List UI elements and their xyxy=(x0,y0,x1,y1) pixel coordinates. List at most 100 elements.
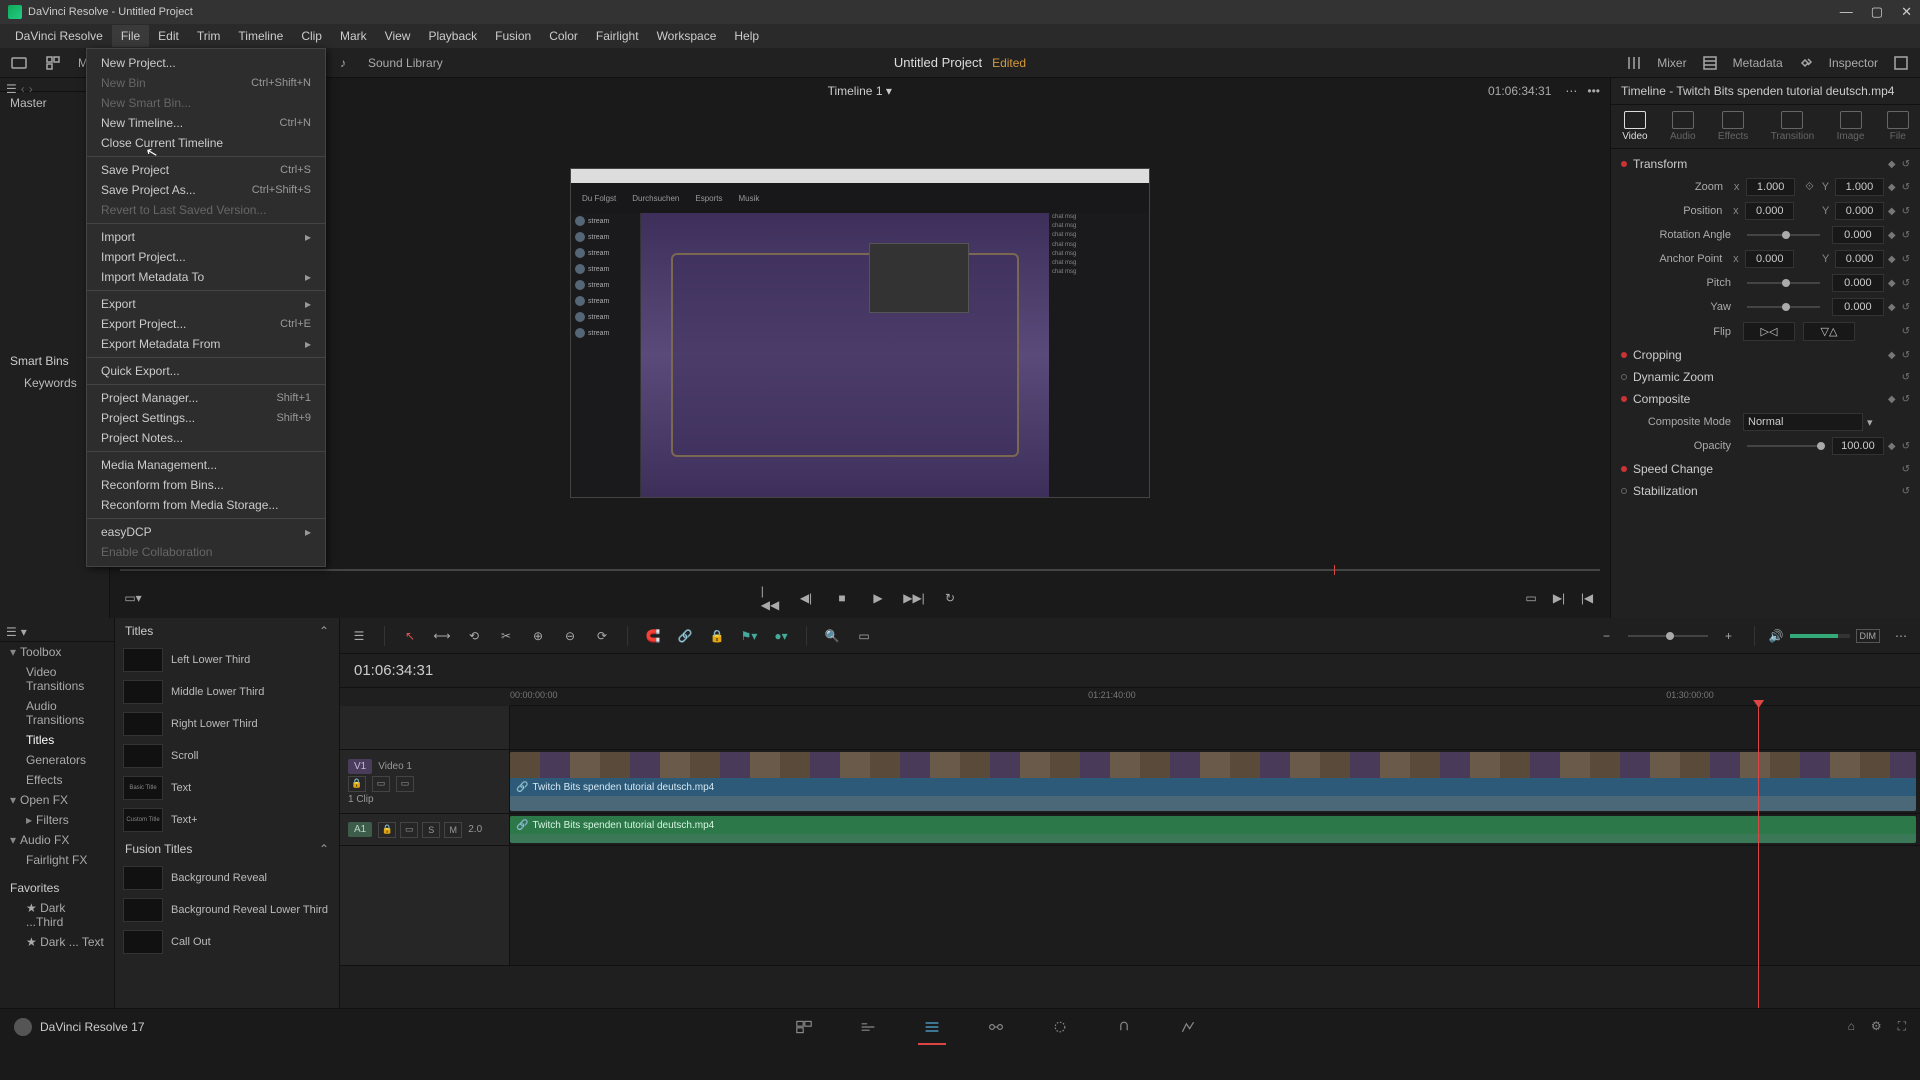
pos-y-input[interactable]: 0.000 xyxy=(1835,202,1884,220)
rot-input[interactable]: 0.000 xyxy=(1832,226,1884,244)
menu-color[interactable]: Color xyxy=(540,25,587,47)
options-icon[interactable]: ⋯ xyxy=(1890,625,1912,647)
title-item[interactable]: Custom TitleText+ xyxy=(115,804,339,836)
opacity-input[interactable]: 100.00 xyxy=(1832,437,1884,455)
timeline-view-icon[interactable]: ☰ xyxy=(348,625,370,647)
page-media-icon[interactable] xyxy=(790,1016,818,1038)
sound-library-icon[interactable]: ♪ xyxy=(334,54,352,72)
menu-edit[interactable]: Edit xyxy=(149,25,188,47)
inspector-tab-image[interactable]: Image xyxy=(1837,111,1865,142)
viewer-menu-icon[interactable]: ••• xyxy=(1587,84,1600,98)
anc-x-input[interactable]: 0.000 xyxy=(1745,250,1794,268)
yaw-slider[interactable] xyxy=(1747,306,1820,308)
video-clip[interactable]: 🔗Twitch Bits spenden tutorial deutsch.mp… xyxy=(510,752,1916,811)
zoom-out-icon[interactable]: − xyxy=(1596,625,1618,647)
fusion-title-item[interactable]: Background Reveal Lower Third xyxy=(115,894,339,926)
playhead[interactable] xyxy=(1758,706,1759,1008)
expand-icon[interactable] xyxy=(1892,54,1910,72)
menu-view[interactable]: View xyxy=(376,25,420,47)
file-menu-item[interactable]: Save ProjectCtrl+S xyxy=(87,160,325,180)
inspector-tab-effects[interactable]: Effects xyxy=(1718,111,1748,142)
file-menu-item[interactable]: Import Project... xyxy=(87,247,325,267)
file-menu-item[interactable]: Reconform from Media Storage... xyxy=(87,495,325,515)
inspector-icon[interactable] xyxy=(1797,54,1815,72)
tv-icon[interactable]: ▭ xyxy=(853,625,875,647)
page-color-icon[interactable] xyxy=(1046,1016,1074,1038)
file-menu-item[interactable]: New Project... xyxy=(87,53,325,73)
transform-section[interactable]: Transform◆↺ xyxy=(1611,153,1920,175)
blade-tool-icon[interactable]: ✂ xyxy=(495,625,517,647)
chevron-down-icon[interactable]: ▾ xyxy=(1867,416,1873,429)
tree-video-transitions[interactable]: Video Transitions xyxy=(0,662,114,696)
selection-tool-icon[interactable]: ↖ xyxy=(399,625,421,647)
metadata-label[interactable]: Metadata xyxy=(1733,56,1783,70)
title-item[interactable]: Basic TitleText xyxy=(115,772,339,804)
tree-generators[interactable]: Generators xyxy=(0,750,114,770)
file-menu-item[interactable]: Close Current Timeline xyxy=(87,133,325,153)
minimize-icon[interactable]: — xyxy=(1840,4,1853,20)
stop-icon[interactable]: ■ xyxy=(833,589,851,607)
menu-workspace[interactable]: Workspace xyxy=(648,25,726,47)
zoom-in-icon[interactable]: + xyxy=(1718,625,1740,647)
dynzoom-section[interactable]: Dynamic Zoom↺ xyxy=(1611,366,1920,388)
lock-track-icon[interactable]: 🔒 xyxy=(348,776,366,792)
file-menu-item[interactable]: Media Management... xyxy=(87,455,325,475)
page-cut-icon[interactable] xyxy=(854,1016,882,1038)
titles-header[interactable]: Titles⌃ xyxy=(115,618,339,644)
next-frame-icon[interactable]: ▶▶| xyxy=(905,589,923,607)
speaker-icon[interactable]: 🔊 xyxy=(1769,629,1784,643)
stabilization-section[interactable]: Stabilization↺ xyxy=(1611,480,1920,502)
page-deliver-icon[interactable] xyxy=(1174,1016,1202,1038)
dynamic-trim-icon[interactable]: ⟲ xyxy=(463,625,485,647)
fav-item-1[interactable]: ★ Dark ...Third xyxy=(0,898,114,932)
menu-fairlight[interactable]: Fairlight xyxy=(587,25,648,47)
opacity-slider[interactable] xyxy=(1747,445,1820,447)
file-menu-item[interactable]: easyDCP▸ xyxy=(87,522,325,542)
volume-control[interactable]: 🔊 DIM xyxy=(1769,629,1880,643)
title-item[interactable]: Middle Lower Third xyxy=(115,676,339,708)
reset-icon[interactable]: ↺ xyxy=(1902,182,1910,193)
marker-icon[interactable]: ●▾ xyxy=(770,625,792,647)
title-item[interactable]: Scroll xyxy=(115,740,339,772)
search-icon[interactable]: 🔍 xyxy=(821,625,843,647)
composite-mode-select[interactable]: Normal xyxy=(1743,413,1863,431)
flip-h-button[interactable]: ▷◁ xyxy=(1743,322,1795,341)
lock-icon[interactable]: 🔒 xyxy=(706,625,728,647)
expand-icon[interactable]: ⛶ xyxy=(1898,1019,1906,1034)
pos-x-input[interactable]: 0.000 xyxy=(1745,202,1794,220)
viewer-scrubber[interactable] xyxy=(110,562,1610,578)
menu-playback[interactable]: Playback xyxy=(419,25,486,47)
avatar-icon[interactable] xyxy=(14,1018,32,1036)
speed-section[interactable]: Speed Change↺ xyxy=(1611,458,1920,480)
prev-frame-icon[interactable]: ◀| xyxy=(797,589,815,607)
list-view-icon[interactable]: ☰ xyxy=(6,82,17,96)
loop-icon[interactable]: ↻ xyxy=(941,589,959,607)
tree-audiofx[interactable]: Audio FX xyxy=(0,830,114,850)
trim-tool-icon[interactable]: ⟷ xyxy=(431,625,453,647)
mute-button[interactable]: M xyxy=(444,822,462,838)
file-menu-item[interactable]: Import▸ xyxy=(87,227,325,247)
match-frame-icon[interactable]: ▭ xyxy=(1522,589,1540,607)
overwrite-icon[interactable]: ⊖ xyxy=(559,625,581,647)
effects-icon[interactable] xyxy=(44,54,62,72)
restore-icon[interactable]: ▢ xyxy=(1871,4,1883,20)
chevron-down-icon[interactable]: ▾ xyxy=(21,625,27,639)
file-menu-item[interactable]: Export Project...Ctrl+E xyxy=(87,314,325,334)
title-item[interactable]: Left Lower Third xyxy=(115,644,339,676)
link-icon[interactable]: 🔗 xyxy=(674,625,696,647)
insert-icon[interactable]: ⊕ xyxy=(527,625,549,647)
first-frame-icon[interactable]: |◀◀ xyxy=(761,589,779,607)
rotation-slider[interactable] xyxy=(1747,234,1820,236)
yaw-input[interactable]: 0.000 xyxy=(1832,298,1884,316)
arm-icon[interactable]: ▭ xyxy=(400,822,418,838)
gear-icon[interactable]: ⚙ xyxy=(1871,1019,1882,1034)
file-menu-item[interactable]: Export Metadata From▸ xyxy=(87,334,325,354)
tree-toolbox[interactable]: Toolbox xyxy=(0,642,114,662)
disable-track-icon[interactable]: ▭ xyxy=(396,776,414,792)
metadata-icon[interactable] xyxy=(1701,54,1719,72)
zoom-y-input[interactable]: 1.000 xyxy=(1835,178,1884,196)
close-icon[interactable]: ✕ xyxy=(1901,4,1912,20)
menu-timeline[interactable]: Timeline xyxy=(229,25,292,47)
home-icon[interactable]: ⌂ xyxy=(1848,1019,1855,1034)
file-menu-item[interactable]: Import Metadata To▸ xyxy=(87,267,325,287)
